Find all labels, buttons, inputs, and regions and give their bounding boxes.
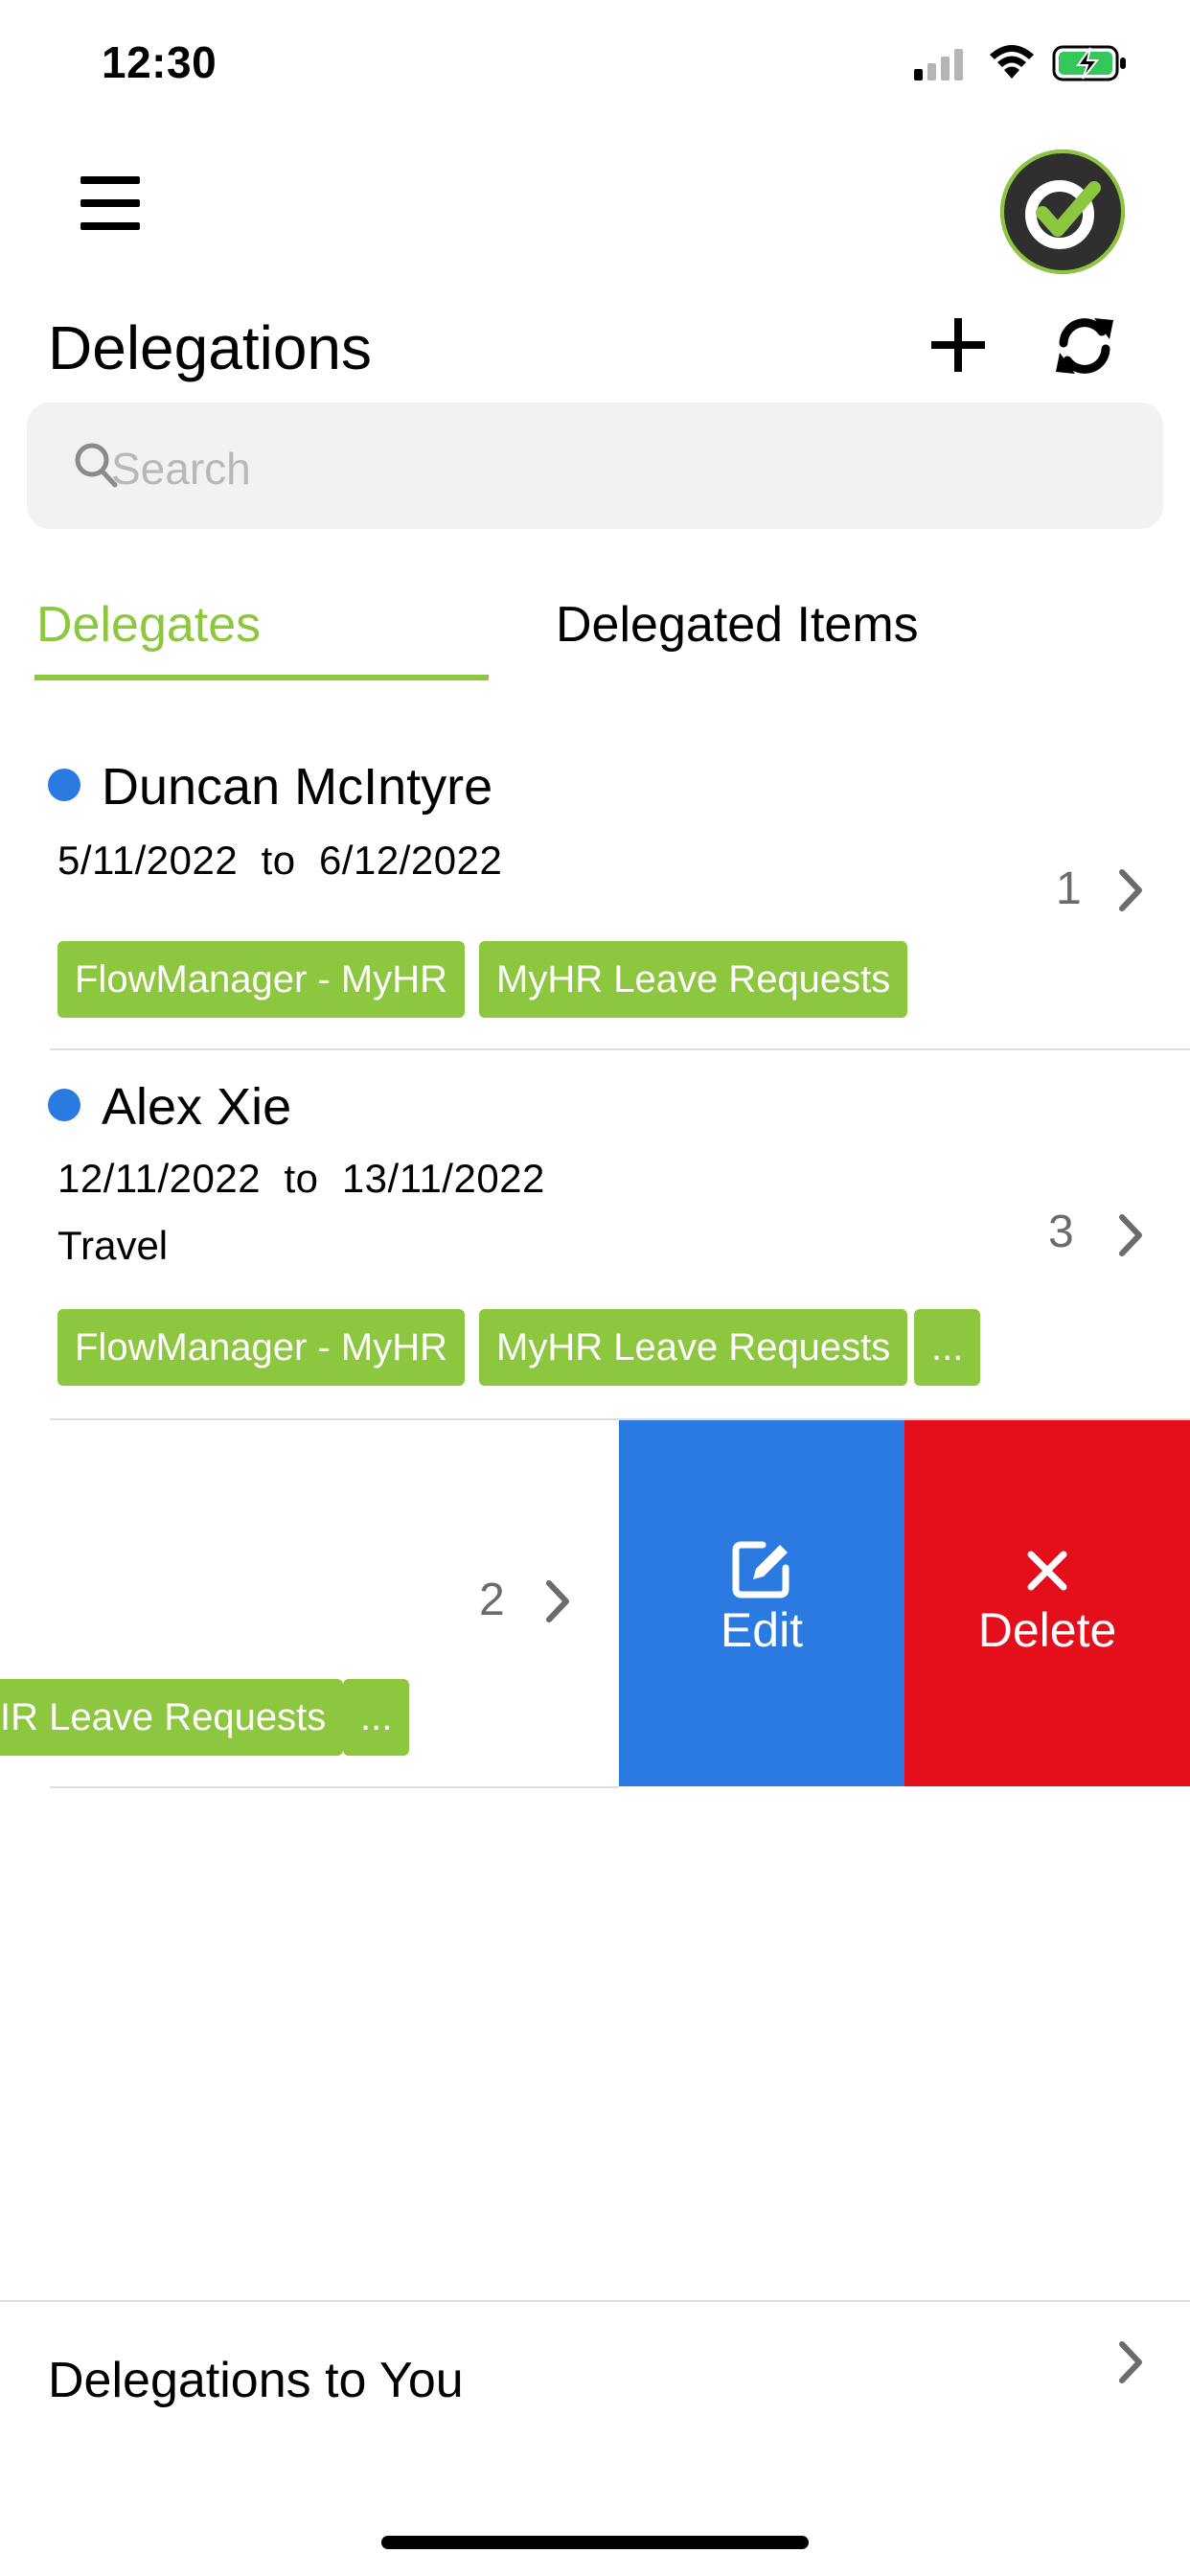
delegations-to-you-row[interactable]: Delegations to You — [0, 2302, 1190, 2455]
chevron-right-icon — [546, 1580, 569, 1622]
cellular-signal-icon — [914, 48, 968, 80]
tag-more: ... — [343, 1679, 410, 1756]
status-time: 12:30 — [102, 37, 217, 87]
tag: FlowManager - MyHR — [57, 1309, 465, 1386]
tab-active-indicator — [34, 675, 489, 680]
footer-label: Delegations to You — [48, 2353, 464, 2408]
start-date: 5/11/2022 — [57, 838, 239, 883]
tag: MyHR Leave Requests — [479, 941, 908, 1018]
delegate-dates: 12/11/2022 to 13/11/2022 — [57, 1156, 545, 1202]
end-date: 13/11/2022 — [341, 1156, 545, 1201]
delegate-dates: 5/11/2022 to 6/12/2022 — [57, 838, 502, 884]
edit-label: Edit — [720, 1603, 804, 1657]
chevron-right-icon — [1119, 2341, 1142, 2383]
edit-button[interactable]: Edit — [619, 1420, 904, 1786]
delegate-name: Alex Xie — [102, 1078, 292, 1136]
home-indicator — [381, 2536, 809, 2549]
delegation-reason: Travel — [57, 1223, 169, 1268]
search-input[interactable] — [111, 443, 973, 494]
tag-more: ... — [914, 1309, 981, 1386]
edit-icon — [732, 1541, 790, 1598]
list-item[interactable]: Alex Xie 12/11/2022 to 13/11/2022 Travel… — [0, 1050, 1190, 1418]
status-dot — [48, 769, 80, 801]
item-count: 3 — [1048, 1207, 1074, 1257]
tag: IR Leave Requests — [0, 1679, 344, 1756]
close-icon — [1027, 1551, 1067, 1591]
checkmark-logo-icon — [1025, 180, 1101, 249]
start-date: 12/11/2022 — [57, 1156, 262, 1201]
chevron-right-icon — [1119, 869, 1142, 911]
status-dot — [48, 1089, 80, 1121]
list-item[interactable]: Duncan McIntyre 5/11/2022 to 6/12/2022 1… — [0, 709, 1190, 1048]
page-title: Delegations — [48, 313, 372, 382]
chevron-right-icon — [1119, 1214, 1142, 1256]
tag: MyHR Leave Requests — [479, 1309, 908, 1386]
list-item-swiped[interactable]: 2 IR Leave Requests ... — [0, 1420, 619, 1786]
tab-delegated-items[interactable]: Delegated Items — [556, 596, 919, 654]
date-separator: to — [261, 838, 296, 883]
item-count: 2 — [479, 1575, 505, 1625]
date-separator: to — [284, 1156, 319, 1201]
search-bar — [27, 402, 1163, 529]
divider — [50, 1786, 619, 1788]
add-icon[interactable] — [929, 316, 987, 374]
refresh-icon[interactable] — [1052, 312, 1117, 380]
avatar[interactable] — [1000, 150, 1125, 274]
delegate-name: Duncan McIntyre — [102, 758, 493, 816]
tab-delegates[interactable]: Delegates — [36, 596, 261, 654]
menu-icon[interactable] — [80, 176, 140, 230]
delete-label: Delete — [977, 1603, 1117, 1657]
item-count: 1 — [1056, 863, 1082, 914]
delete-button[interactable]: Delete — [904, 1420, 1190, 1786]
tag: FlowManager - MyHR — [57, 941, 465, 1018]
wifi-icon — [990, 45, 1034, 79]
battery-charging-icon — [1052, 45, 1126, 81]
end-date: 6/12/2022 — [318, 838, 503, 883]
